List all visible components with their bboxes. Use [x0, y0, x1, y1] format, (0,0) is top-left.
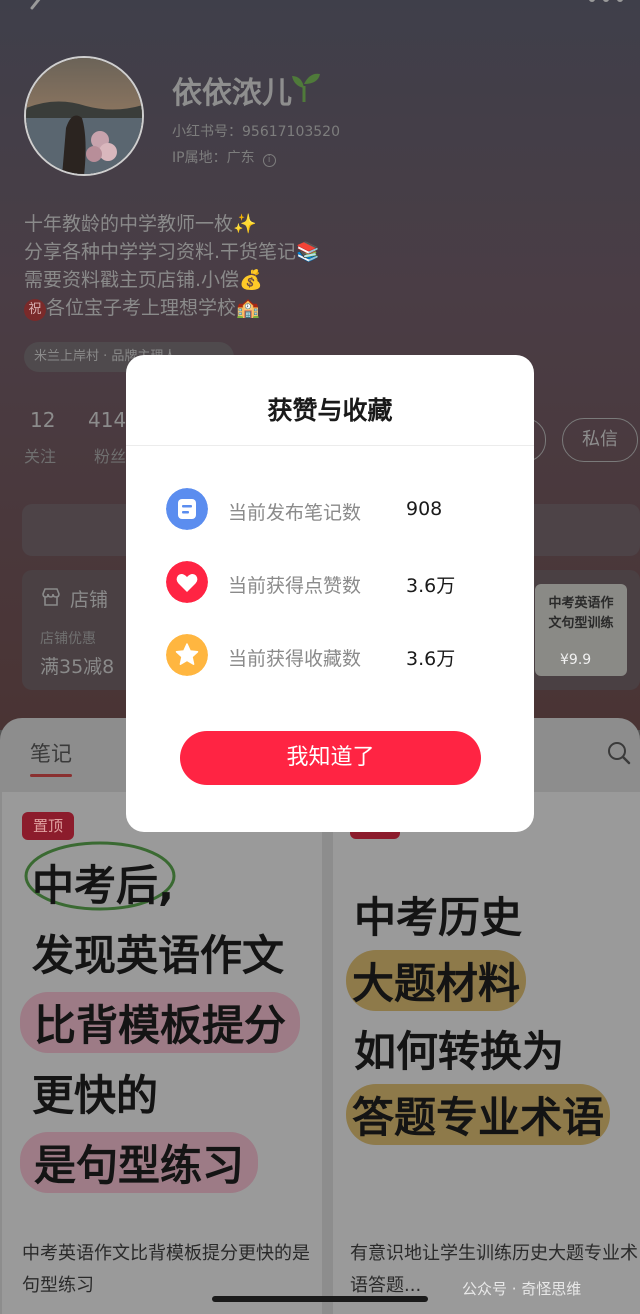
nickname: 依依浓儿: [172, 76, 292, 111]
bio: 十年教龄的中学教师一枚✨ 分享各种中学学习资料.干货笔记📚 需要资料戳主页店铺.…: [24, 210, 320, 322]
sprout-icon: [292, 73, 320, 102]
got-it-button[interactable]: 我知道了: [180, 731, 481, 785]
info-icon[interactable]: i: [262, 154, 276, 167]
cover-text: 答题专业术语: [346, 1084, 611, 1145]
stat-label: 当前获得点赞数: [228, 575, 362, 597]
avatar[interactable]: [24, 56, 144, 176]
congrats-badge: 祝: [24, 299, 46, 321]
ip-location-row: IP属地：广东 i: [172, 147, 276, 167]
ip-location: IP属地：广东: [172, 150, 255, 166]
following-label[interactable]: 关注: [24, 443, 56, 467]
cover-text: 是句型练习: [20, 1132, 259, 1193]
back-arrow-icon[interactable]: [22, 0, 52, 24]
likes-collections-dialog: 获赞与收藏 当前发布笔记数 908 当前获得点赞数 3.6万 当前获得收藏数 3…: [126, 355, 534, 832]
cover-text: 大题材料: [346, 950, 527, 1011]
bio-line: 祝各位宝子考上理想学校🏫: [24, 294, 320, 322]
cover-text: 发现英语作文: [32, 931, 285, 980]
red-id: 小红书号：95617103520: [172, 124, 340, 140]
product-price: ¥9.9: [560, 652, 592, 668]
tab-underline: [30, 774, 72, 777]
cover-text: 比背模板提分: [20, 992, 301, 1053]
followers-count[interactable]: 414: [88, 408, 126, 432]
shop-discount-label: 店铺优惠: [40, 631, 96, 647]
cover-text: 更快的: [32, 1071, 159, 1120]
stat-value: 908: [406, 498, 443, 520]
following-count[interactable]: 12: [30, 408, 55, 432]
more-options-icon[interactable]: [586, 0, 626, 10]
likes-count-row: 当前获得点赞数 3.6万: [166, 561, 506, 605]
star-icon: [166, 634, 208, 676]
shop-icon: [42, 588, 60, 606]
note-caption[interactable]: 中考英语作文比背模板提分更快的是句型练习: [22, 1238, 312, 1302]
note-icon: [166, 488, 208, 530]
cover-text: 如何转换为: [354, 1027, 565, 1076]
message-button[interactable]: 私信: [562, 418, 638, 462]
bio-line: 需要资料戳主页店铺.小偿💰: [24, 269, 263, 291]
bio-line: 十年教龄的中学教师一枚✨: [24, 213, 257, 235]
shop-discount: 满35减8: [40, 656, 115, 678]
stat-label: 当前获得收藏数: [228, 648, 362, 670]
bio-line-text: 各位宝子考上理想学校🏫: [46, 297, 260, 319]
tab-notes[interactable]: 笔记: [30, 738, 72, 768]
product-title: 中考英语作文句型训练: [548, 596, 614, 631]
stat-value: 3.6万: [406, 575, 456, 597]
cover-text: 中考后,: [32, 861, 174, 910]
search-icon[interactable]: [606, 740, 632, 766]
pinned-badge: 置顶: [22, 812, 74, 840]
stat-label: 当前发布笔记数: [228, 502, 362, 524]
notes-count-row: 当前发布笔记数 908: [166, 488, 506, 532]
dialog-title: 获赞与收藏: [267, 396, 393, 425]
home-indicator: [212, 1296, 428, 1302]
divider: [126, 445, 534, 446]
followers-label[interactable]: 粉丝: [94, 443, 126, 467]
heart-icon: [166, 561, 208, 603]
collections-count-row: 当前获得收藏数 3.6万: [166, 634, 506, 678]
bio-line: 分享各种中学学习资料.干货笔记📚: [24, 241, 320, 263]
stat-value: 3.6万: [406, 648, 456, 670]
cover-text: 中考历史: [354, 893, 523, 942]
watermark: 公众号 · 奇怪思维: [462, 1280, 582, 1298]
shop-title: 店铺: [70, 589, 109, 611]
